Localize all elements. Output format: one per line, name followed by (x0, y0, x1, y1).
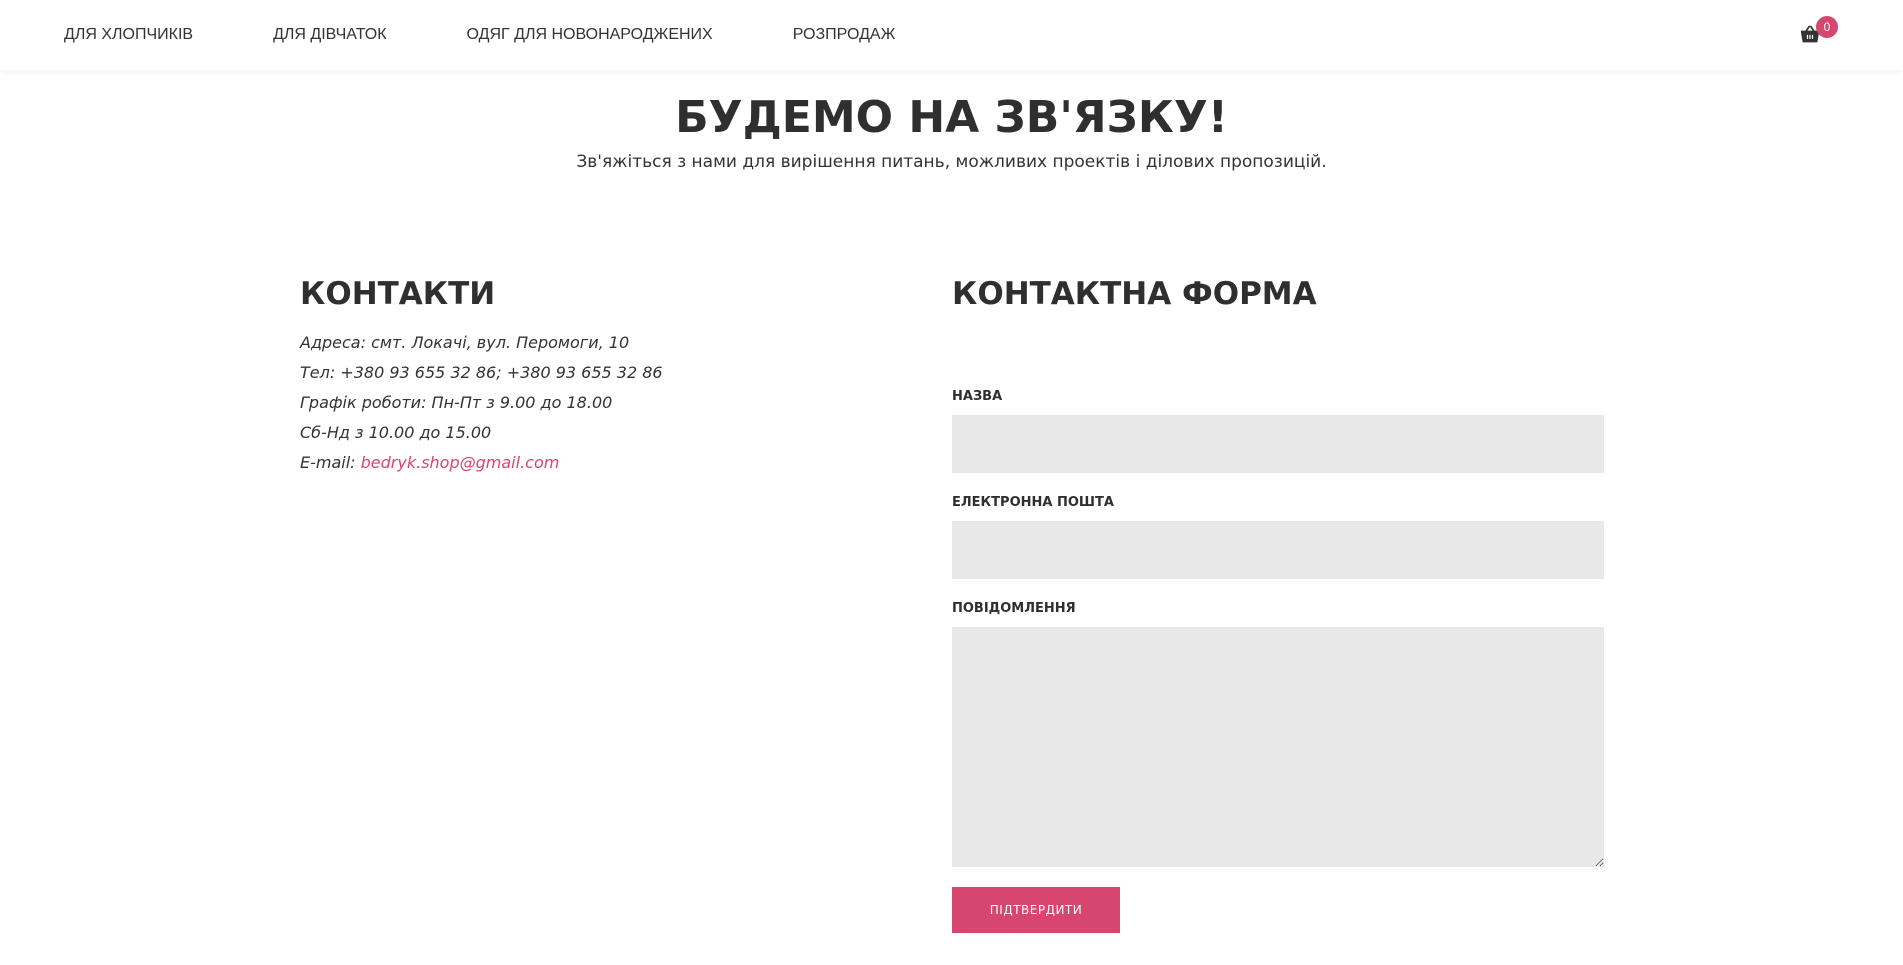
contact-form-heading: КОНТАКТНА ФОРМА (952, 276, 1317, 312)
message-field-label: ПОВІДОМЛЕННЯ (952, 601, 1076, 616)
contact-phone: Тел: +380 93 655 32 86; +380 93 655 32 8… (300, 363, 663, 382)
contact-email-row: E-mail: bedryk.shop@gmail.com (300, 452, 663, 482)
cart-count-badge: 0 (1816, 16, 1838, 38)
nav-item-boys[interactable]: ДЛЯ ХЛОПЧИКІВ (64, 26, 193, 44)
page-title: БУДЕМО НА ЗВ'ЯЗКУ! (675, 92, 1228, 143)
contacts-list: Адреса: смт. Локачі, вул. Перомоги, 10 Т… (300, 332, 663, 482)
contact-hours-weekend: Сб-Нд з 10.00 до 15.00 (300, 423, 492, 442)
contact-address: Адреса: смт. Локачі, вул. Перомоги, 10 (300, 333, 630, 352)
email-field-label: ЕЛЕКТРОННА ПОШТА (952, 495, 1114, 510)
nav-item-newborns[interactable]: ОДЯГ ДЛЯ НОВОНАРОДЖЕНИХ (467, 26, 713, 44)
site-header: ДЛЯ ХЛОПЧИКІВ ДЛЯ ДІВЧАТОК ОДЯГ ДЛЯ НОВО… (0, 0, 1903, 70)
name-field-label: НАЗВА (952, 389, 1003, 404)
page-subtitle: Зв'яжіться з нами для вирішення питань, … (576, 152, 1327, 172)
nav-item-sale[interactable]: РОЗПРОДАЖ (793, 26, 896, 44)
contact-hours-weekdays: Графік роботи: Пн-Пт з 9.00 до 18.00 (300, 393, 613, 412)
nav-item-girls[interactable]: ДЛЯ ДІВЧАТОК (273, 26, 386, 44)
message-field[interactable] (952, 627, 1604, 867)
contact-email-label: E-mail: (300, 453, 361, 472)
name-field[interactable] (952, 415, 1604, 473)
contacts-heading: КОНТАКТИ (300, 276, 496, 312)
contact-email-link[interactable]: bedryk.shop@gmail.com (361, 453, 560, 472)
main-nav: ДЛЯ ХЛОПЧИКІВ ДЛЯ ДІВЧАТОК ОДЯГ ДЛЯ НОВО… (64, 0, 975, 70)
submit-button[interactable]: ПІДТВЕРДИТИ (952, 887, 1120, 933)
email-field[interactable] (952, 521, 1604, 579)
